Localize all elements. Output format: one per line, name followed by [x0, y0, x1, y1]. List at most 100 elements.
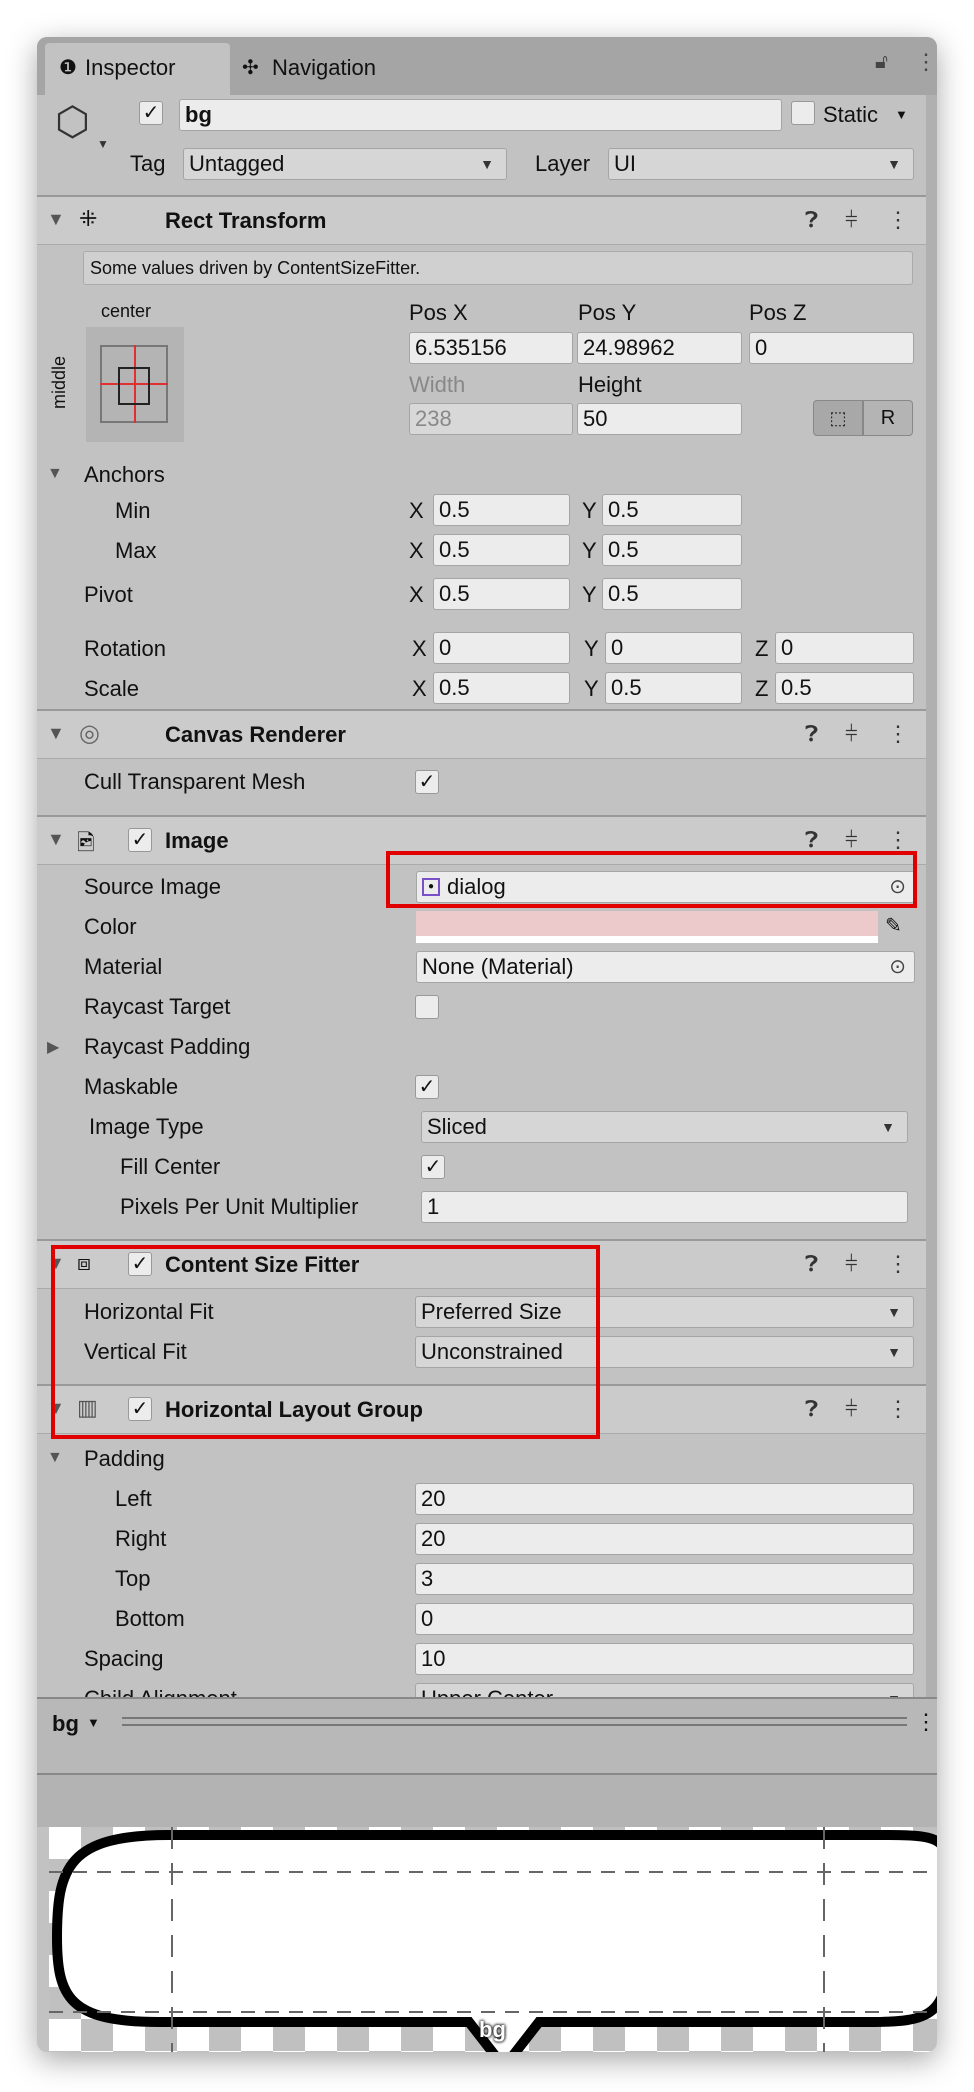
scale-z-field[interactable]: 0.5 [775, 672, 914, 704]
collapse-icon[interactable]: ▼ [47, 209, 65, 230]
z-label: Z [755, 636, 769, 661]
presets-icon[interactable]: ⫩ [845, 721, 858, 747]
pixels-per-unit-field[interactable]: 1 [421, 1191, 908, 1223]
color-field[interactable] [416, 911, 878, 943]
name-field[interactable]: bg [179, 99, 782, 131]
presets-icon[interactable]: ⫩ [845, 207, 858, 233]
pos-x-field[interactable]: 6.535156 [409, 332, 573, 364]
scale-y-field[interactable]: 0.5 [605, 672, 742, 704]
padding-label[interactable]: Padding [84, 1445, 165, 1473]
presets-icon[interactable]: ⫩ [845, 1251, 858, 1277]
rotation-y-field[interactable]: 0 [605, 632, 742, 664]
help-icon[interactable]: ❓︎ [805, 1251, 818, 1277]
dropdown-icon[interactable]: ▼ [87, 1715, 100, 1730]
blueprint-mode-button[interactable]: ⬚ [813, 400, 863, 436]
rect-transform-icon: ⁜ [79, 206, 98, 231]
image-type-dropdown[interactable]: Sliced [421, 1111, 908, 1143]
component-menu-icon[interactable]: ⋮ [887, 1396, 909, 1422]
preview-object-dropdown[interactable]: bg [52, 1711, 79, 1737]
component-menu-icon[interactable]: ⋮ [887, 207, 909, 233]
pos-y-label: Pos Y [578, 300, 637, 325]
canvas-renderer-header[interactable]: ▼ ◎ Canvas Renderer ❓︎ ⫩ ⋮ [37, 709, 926, 759]
anchor-max-y-field[interactable]: 0.5 [602, 534, 742, 566]
tab-inspector[interactable]: ❶ Inspector [45, 43, 230, 95]
gameobject-cube-icon: ⬡ [55, 100, 90, 144]
x-label: X [409, 582, 424, 607]
anchor-max-label: Max [115, 538, 157, 563]
rect-transform-title: Rect Transform [165, 208, 327, 233]
anchor-min-y-field[interactable]: 0.5 [602, 494, 742, 526]
cull-transparent-mesh-checkbox[interactable]: ✓ [415, 770, 439, 794]
padding-left-label: Left [115, 1486, 152, 1511]
color-label: Color [84, 914, 137, 939]
more-menu-icon[interactable]: ⋮ [915, 49, 937, 75]
pivot-x-field[interactable]: 0.5 [433, 578, 570, 610]
fill-center-checkbox[interactable]: ✓ [421, 1155, 445, 1179]
preview-menu-icon[interactable]: ⋮ [915, 1709, 937, 1735]
collapse-icon[interactable]: ▼ [47, 829, 65, 850]
scale-label: Scale [84, 676, 140, 701]
z-label: Z [755, 676, 769, 701]
spacing-label: Spacing [84, 1646, 164, 1671]
layer-dropdown[interactable]: UI [608, 148, 914, 180]
help-icon[interactable]: ❓︎ [805, 207, 818, 233]
anchors-expand-icon[interactable]: ▼ [47, 465, 63, 483]
maskable-checkbox[interactable]: ✓ [415, 1075, 439, 1099]
rotation-label: Rotation [84, 636, 166, 661]
padding-expand-icon[interactable]: ▼ [47, 1449, 63, 1467]
anchor-v-label: middle [49, 355, 69, 409]
pos-x-label: Pos X [409, 300, 468, 325]
height-field[interactable]: 50 [577, 403, 742, 435]
spacing-field[interactable]: 10 [415, 1643, 914, 1675]
component-menu-icon[interactable]: ⋮ [887, 721, 909, 747]
collapse-icon[interactable]: ▼ [47, 723, 65, 744]
help-icon[interactable]: ❓︎ [805, 721, 818, 747]
presets-icon[interactable]: ⫩ [845, 1396, 858, 1422]
raycast-target-label: Raycast Target [84, 994, 231, 1019]
raw-edit-button[interactable]: R [863, 400, 913, 436]
scale-x-field[interactable]: 0.5 [433, 672, 570, 704]
tag-dropdown[interactable]: Untagged [183, 148, 507, 180]
padding-bottom-field[interactable]: 0 [415, 1603, 914, 1635]
presets-icon[interactable]: ⫩ [845, 827, 858, 853]
help-icon[interactable]: ❓︎ [805, 827, 818, 853]
pixels-per-unit-label: Pixels Per Unit Multiplier [120, 1194, 359, 1219]
x-label: X [409, 538, 424, 563]
rotation-x-field[interactable]: 0 [433, 632, 570, 664]
x-label: X [412, 676, 427, 701]
rect-transform-header[interactable]: ▼ ⁜ Rect Transform ❓︎ ⫩ ⋮ [37, 195, 926, 245]
pos-z-field[interactable]: 0 [749, 332, 914, 364]
rotation-z-field[interactable]: 0 [775, 632, 914, 664]
padding-left-field[interactable]: 20 [415, 1483, 914, 1515]
expand-icon[interactable]: ▶ [47, 1037, 59, 1057]
pos-y-field[interactable]: 24.98962 [577, 332, 742, 364]
material-field[interactable]: None (Material) [416, 951, 915, 983]
anchor-presets-button[interactable] [86, 327, 184, 442]
help-icon[interactable]: ❓︎ [805, 1396, 818, 1422]
lock-icon[interactable]: 🔓︎ [875, 51, 888, 74]
icon-dropdown-icon[interactable]: ▼ [97, 137, 109, 151]
padding-top-field[interactable]: 3 [415, 1563, 914, 1595]
image-title: Image [165, 828, 229, 853]
pivot-y-field[interactable]: 0.5 [602, 578, 742, 610]
static-dropdown-icon[interactable]: ▼ [895, 107, 908, 122]
layer-label: Layer [535, 151, 591, 176]
image-enabled-checkbox[interactable]: ✓ [128, 828, 152, 852]
component-menu-icon[interactable]: ⋮ [887, 827, 909, 853]
cull-transparent-mesh-label: Cull Transparent Mesh [84, 769, 306, 794]
component-menu-icon[interactable]: ⋮ [887, 1251, 909, 1277]
canvas-renderer-icon: ◎ [79, 720, 100, 747]
padding-right-field[interactable]: 20 [415, 1523, 914, 1555]
x-label: X [409, 498, 424, 523]
eyedropper-icon[interactable]: ✎ [885, 913, 902, 938]
tab-inspector-label: Inspector [85, 55, 176, 80]
anchor-min-x-field[interactable]: 0.5 [433, 494, 570, 526]
preview-drag-handle[interactable] [122, 1717, 907, 1726]
driven-info-box: Some values driven by ContentSizeFitter. [83, 251, 913, 285]
anchors-label[interactable]: Anchors [84, 461, 165, 489]
anchor-max-x-field[interactable]: 0.5 [433, 534, 570, 566]
raycast-target-checkbox[interactable] [415, 995, 439, 1019]
static-dropdown[interactable]: Static [823, 101, 878, 129]
raycast-padding-label[interactable]: Raycast Padding [84, 1033, 250, 1061]
active-checkbox[interactable]: ✓ [139, 101, 163, 125]
